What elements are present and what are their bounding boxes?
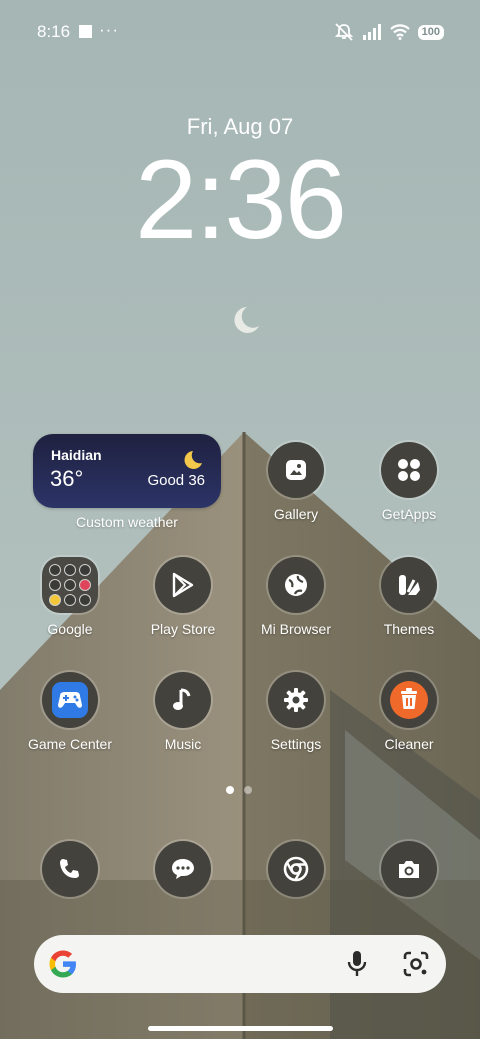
- app-label: Game Center: [27, 736, 113, 752]
- gesture-navigation-handle[interactable]: [148, 1026, 333, 1031]
- phone-icon[interactable]: [42, 841, 98, 897]
- dock-camera[interactable]: [354, 841, 464, 897]
- more-notifications-icon: ···: [99, 20, 119, 39]
- app-gallery[interactable]: Gallery: [241, 442, 351, 522]
- app-label: GetApps: [381, 506, 437, 522]
- gear-icon[interactable]: [268, 672, 324, 728]
- weather-widget-label: Custom weather: [76, 514, 178, 530]
- app-settings[interactable]: Settings: [241, 672, 351, 752]
- gallery-icon[interactable]: [268, 442, 324, 498]
- weather-city: Haidian: [51, 447, 102, 463]
- trash-icon[interactable]: [381, 672, 437, 728]
- music-note-icon[interactable]: [155, 672, 211, 728]
- crescent-moon-icon: [184, 451, 202, 469]
- camera-icon[interactable]: [381, 841, 437, 897]
- app-label: Gallery: [273, 506, 319, 522]
- dock-phone[interactable]: [15, 841, 125, 897]
- app-mi-browser[interactable]: Mi Browser: [241, 557, 351, 637]
- status-time: 8:16: [37, 22, 71, 41]
- folder-icon[interactable]: [42, 557, 98, 613]
- app-label: Google: [47, 621, 93, 637]
- dock-messages[interactable]: [128, 841, 238, 897]
- app-getapps[interactable]: GetApps: [354, 442, 464, 522]
- app-game-center[interactable]: Game Center: [15, 672, 125, 752]
- globe-icon[interactable]: [268, 557, 324, 613]
- app-google-folder[interactable]: Google: [15, 557, 125, 637]
- battery-icon: 100: [417, 24, 444, 40]
- notification-square-icon: [79, 25, 92, 38]
- page-dot-active: [226, 786, 234, 794]
- weather-air-quality: Good 36: [147, 472, 205, 489]
- mute-icon: [334, 23, 353, 41]
- app-themes[interactable]: Themes: [354, 557, 464, 637]
- app-play-store[interactable]: Play Store: [128, 557, 238, 637]
- signal-icon: [362, 24, 381, 40]
- app-label: Mi Browser: [260, 621, 331, 637]
- themes-icon[interactable]: [381, 557, 437, 613]
- app-label: Settings: [270, 736, 322, 752]
- dock-chrome[interactable]: [241, 841, 351, 897]
- clock-time[interactable]: 2:36: [0, 140, 480, 260]
- google-search-bar[interactable]: [34, 935, 446, 993]
- messages-icon[interactable]: [155, 841, 211, 897]
- gamepad-icon[interactable]: [42, 672, 98, 728]
- app-label: Play Store: [150, 621, 216, 637]
- status-bar: 8:16 ··· 100: [0, 0, 480, 64]
- page-dot: [244, 786, 252, 794]
- app-label: Cleaner: [384, 736, 434, 752]
- getapps-icon[interactable]: [381, 442, 437, 498]
- lens-icon[interactable]: [402, 950, 430, 978]
- app-music[interactable]: Music: [128, 672, 238, 752]
- google-g-icon[interactable]: [47, 948, 79, 980]
- app-cleaner[interactable]: Cleaner: [354, 672, 464, 752]
- page-indicator[interactable]: [226, 786, 252, 794]
- moon-icon: [234, 307, 259, 333]
- wifi-icon: [389, 24, 410, 40]
- app-label: Music: [164, 736, 202, 752]
- weather-widget[interactable]: Haidian 36° Good 36: [33, 434, 221, 508]
- status-icons: 100: [334, 22, 444, 42]
- mic-icon[interactable]: [345, 949, 369, 979]
- play-store-icon[interactable]: [155, 557, 211, 613]
- chrome-icon[interactable]: [268, 841, 324, 897]
- weather-temperature: 36°: [50, 466, 84, 491]
- app-label: Themes: [383, 621, 435, 637]
